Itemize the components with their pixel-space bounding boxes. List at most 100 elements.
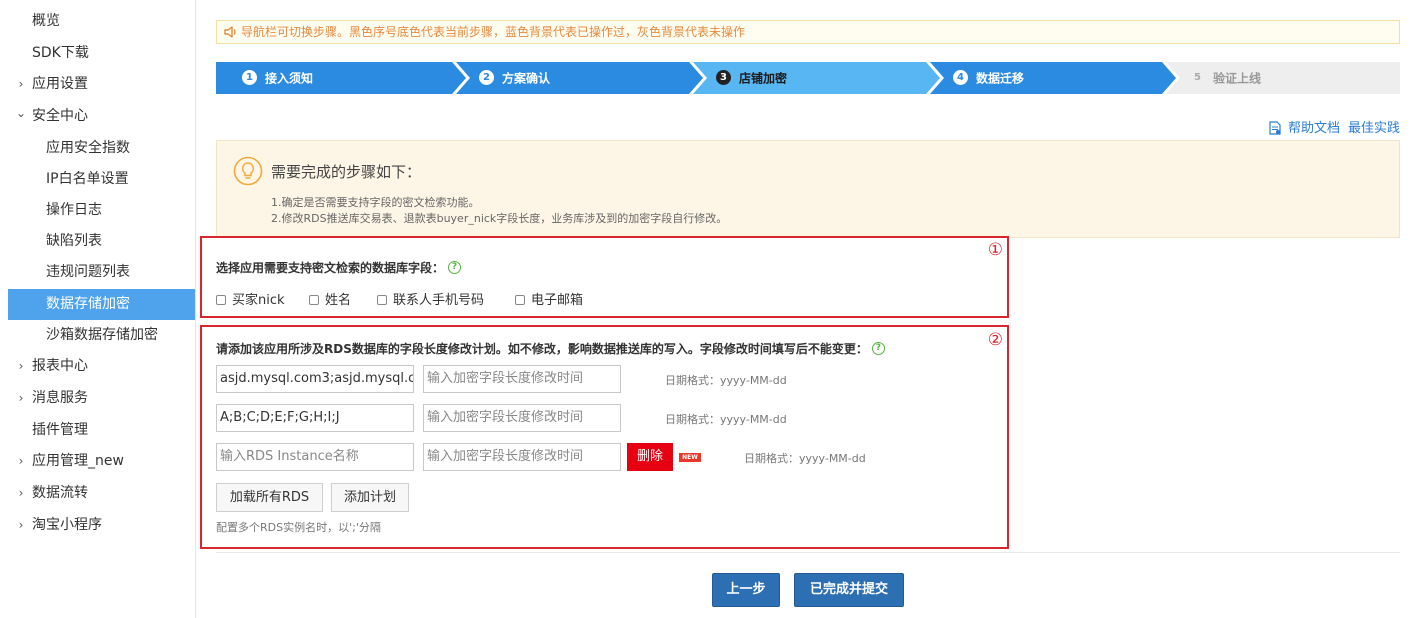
sidebar-item-app-security-index[interactable]: 应用安全指数: [0, 133, 195, 164]
sidebar-item-message-service[interactable]: › 消息服务: [0, 383, 195, 414]
section-2-title-text: 请添加该应用所涉及RDS数据库的字段长度修改计划。如不修改，影响数据推送库的写入…: [216, 342, 868, 356]
tip-line-1: 1.确定是否需要支持字段的密文检索功能。: [271, 196, 480, 209]
rds-instance-input[interactable]: asjd.mysql.com3;asjd.mysql.com: [216, 365, 414, 393]
footer-divider: [216, 552, 1400, 553]
sidebar-item-violation-list[interactable]: 违规问题列表: [0, 257, 195, 288]
sidebar-item-data-storage-encryption[interactable]: 数据存储加密: [8, 289, 195, 320]
load-all-rds-button[interactable]: 加载所有RDS: [216, 483, 323, 512]
sidebar-item-data-flow[interactable]: › 数据流转: [0, 478, 195, 509]
steps-tip-box: 需要完成的步骤如下： 1.确定是否需要支持字段的密文检索功能。 2.修改RDS推…: [216, 140, 1400, 238]
best-practice-link[interactable]: 最佳实践: [1348, 121, 1400, 136]
sidebar-item-app-settings[interactable]: › 应用设置: [0, 69, 195, 100]
step-1-access-notice[interactable]: 1 接入须知: [242, 62, 313, 94]
step-label: 数据迁移: [976, 71, 1025, 86]
checkbox-label: 电子邮箱: [531, 293, 584, 308]
sidebar-item-label: 应用管理_new: [32, 453, 124, 469]
chevron-right-icon: ›: [18, 454, 24, 468]
sidebar: 概览 SDK下载 › 应用设置 ⌄ 安全中心 应用安全指数 IP白名单设置 操作日志…: [0, 0, 196, 618]
checkbox-box[interactable]: [377, 294, 387, 305]
lightbulb-icon: [233, 156, 263, 186]
add-plan-button[interactable]: 添加计划: [331, 483, 409, 512]
help-doc-link[interactable]: 帮助文档: [1288, 121, 1340, 136]
checkbox-email[interactable]: 电子邮箱: [515, 289, 583, 308]
sidebar-item-defect-list[interactable]: 缺陷列表: [0, 226, 195, 257]
checkbox-box[interactable]: [216, 294, 226, 305]
step-2-plan-confirm[interactable]: 2 方案确认: [479, 62, 550, 94]
chevron-right-icon: ›: [18, 77, 24, 91]
step-number: 4: [953, 70, 968, 85]
help-links: 帮助文档 最佳实践: [1268, 117, 1400, 136]
sidebar-item-label: 应用安全指数: [46, 140, 130, 156]
section-2-title: 请添加该应用所涉及RDS数据库的字段长度修改计划。如不修改，影响数据推送库的写入…: [216, 340, 885, 357]
section-1-title: 选择应用需要支持密文检索的数据库字段：?: [216, 259, 462, 276]
rds-plan-section: ② 请添加该应用所涉及RDS数据库的字段长度修改计划。如不修改，影响数据推送库的…: [200, 325, 1009, 549]
sidebar-item-taobao-miniapp[interactable]: › 淘宝小程序: [0, 510, 195, 541]
chevron-right-icon: ›: [18, 486, 24, 500]
rds-instance-input[interactable]: 输入RDS Instance名称: [216, 443, 414, 471]
help-question-icon[interactable]: ?: [871, 342, 885, 355]
sidebar-item-security-center[interactable]: ⌄ 安全中心: [0, 101, 195, 132]
sidebar-item-label: 数据存储加密: [46, 296, 130, 312]
step-label: 方案确认: [502, 71, 551, 86]
chevron-down-icon: ⌄: [16, 106, 27, 120]
sidebar-item-report-center[interactable]: › 报表中心: [0, 351, 195, 382]
sidebar-item-overview[interactable]: 概览: [0, 6, 195, 37]
multi-rds-note: 配置多个RDS实例名时，以';'分隔: [216, 521, 381, 534]
step-number: 2: [479, 70, 494, 85]
sidebar-item-label: 概览: [32, 13, 60, 29]
sidebar-item-app-management-new[interactable]: › 应用管理_new: [0, 446, 195, 477]
chevron-right-icon: ›: [18, 518, 24, 532]
main-content: 导航栏可切换步骤。黑色序号底色代表当前步骤，蓝色背景代表已操作过，灰色背景代表未…: [200, 0, 1400, 618]
section-marker-2: ②: [987, 330, 1003, 350]
sidebar-item-plugin-management[interactable]: 插件管理: [0, 415, 195, 446]
section-marker-1: ①: [987, 240, 1003, 260]
modify-time-input[interactable]: 输入加密字段长度修改时间: [423, 404, 621, 432]
step-5-verify-launch[interactable]: 5 验证上线: [1190, 62, 1261, 94]
tip-line-2: 2.修改RDS推送库交易表、退款表buyer_nick字段长度，业务库涉及到的加…: [271, 212, 728, 225]
sidebar-item-label: 插件管理: [32, 422, 88, 438]
checkbox-box[interactable]: [515, 294, 525, 305]
modify-time-input[interactable]: 输入加密字段长度修改时间: [423, 443, 621, 471]
date-format-hint: 日期格式：yyyy-MM-dd: [665, 413, 787, 426]
checkbox-buyer-nick[interactable]: 买家nick: [216, 289, 285, 308]
delete-button[interactable]: 删除: [627, 443, 673, 471]
sidebar-item-operation-log[interactable]: 操作日志: [0, 195, 195, 226]
speaker-icon: [224, 26, 236, 38]
help-question-icon[interactable]: ?: [448, 261, 462, 274]
date-format-hint: 日期格式：yyyy-MM-dd: [665, 374, 787, 387]
section-1-title-text: 选择应用需要支持密文检索的数据库字段：: [216, 261, 445, 275]
complete-submit-button[interactable]: 已完成并提交: [794, 573, 904, 607]
sidebar-item-label: 应用设置: [32, 76, 88, 92]
searchable-fields-section: ① 选择应用需要支持密文检索的数据库字段：? 买家nick 姓名 联系人手机号码…: [200, 236, 1009, 318]
sidebar-item-sdk-download[interactable]: SDK下载: [0, 38, 195, 69]
document-icon: [1269, 120, 1281, 135]
sidebar-item-label: 违规问题列表: [46, 264, 130, 280]
new-badge: NEW: [679, 453, 701, 462]
sidebar-item-label: 缺陷列表: [46, 233, 102, 249]
step-label: 验证上线: [1213, 71, 1262, 86]
sidebar-item-label: 消息服务: [32, 390, 88, 406]
sidebar-item-label: SDK下载: [32, 45, 89, 61]
checkbox-label: 姓名: [325, 293, 352, 308]
chevron-right-icon: ›: [18, 359, 24, 373]
step-label: 店铺加密: [739, 71, 788, 86]
sidebar-item-label: 淘宝小程序: [32, 517, 102, 533]
sidebar-item-label: 沙箱数据存储加密: [46, 327, 158, 343]
sidebar-item-sandbox-encryption[interactable]: 沙箱数据存储加密: [0, 320, 195, 351]
notice-text: 导航栏可切换步骤。黑色序号底色代表当前步骤，蓝色背景代表已操作过，灰色背景代表未…: [241, 25, 746, 39]
step-navigation: 1 接入须知 2 方案确认 3 店铺加密 4 数据迁移 5 验证上线: [216, 62, 1400, 94]
rds-instance-input[interactable]: A;B;C;D;E;F;G;H;I;J: [216, 404, 414, 432]
step-number: 5: [1194, 72, 1201, 83]
checkbox-box[interactable]: [309, 294, 319, 305]
modify-time-input[interactable]: 输入加密字段长度修改时间: [423, 365, 621, 393]
prev-step-button[interactable]: 上一步: [712, 573, 780, 607]
sidebar-item-label: IP白名单设置: [46, 171, 129, 187]
notice-bar: 导航栏可切换步骤。黑色序号底色代表当前步骤，蓝色背景代表已操作过，灰色背景代表未…: [216, 20, 1400, 44]
checkbox-name[interactable]: 姓名: [309, 289, 351, 308]
checkbox-contact-phone[interactable]: 联系人手机号码: [377, 289, 484, 308]
step-3-shop-encrypt[interactable]: 3 店铺加密: [716, 62, 787, 94]
sidebar-item-ip-whitelist[interactable]: IP白名单设置: [0, 164, 195, 195]
checkbox-label: 联系人手机号码: [393, 293, 485, 308]
tip-title: 需要完成的步骤如下：: [271, 163, 422, 181]
step-4-data-migration[interactable]: 4 数据迁移: [953, 62, 1024, 94]
